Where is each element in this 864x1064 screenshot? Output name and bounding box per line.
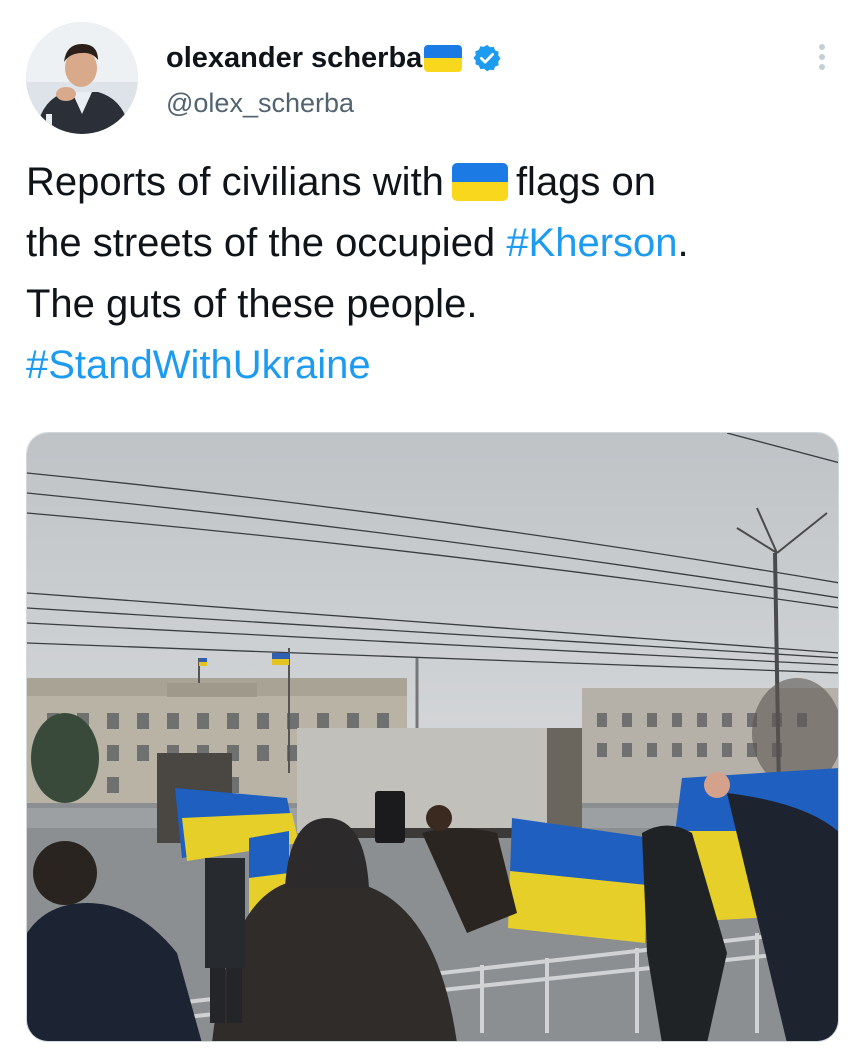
- user-handle[interactable]: @olex_scherba: [166, 88, 354, 119]
- ukraine-flag-icon: [451, 163, 508, 201]
- name-row: olexander scherba: [166, 38, 502, 78]
- tweet-line-1: Reports of civilians with flags on: [26, 152, 846, 213]
- display-name[interactable]: olexander scherba: [166, 42, 422, 75]
- tweet-text: Reports of civilians with flags on the st…: [26, 152, 846, 396]
- avatar[interactable]: [26, 22, 138, 134]
- tweet-text-segment: .: [677, 221, 689, 265]
- tweet-text-segment: Reports of civilians with: [26, 160, 444, 204]
- ukraine-flag-icon: [424, 44, 463, 72]
- tweet-text-segment: the streets of the occupied: [26, 221, 496, 265]
- hashtag-kherson[interactable]: #Kherson: [506, 221, 677, 265]
- tweet-text-segment: flags on: [515, 160, 657, 204]
- tweet-line-3: The guts of these people.: [26, 282, 478, 326]
- hashtag-standwithukraine[interactable]: #StandWithUkraine: [26, 343, 371, 387]
- verified-badge-icon: [473, 44, 501, 72]
- tweet-line-4: #StandWithUkraine: [26, 335, 846, 396]
- tweet: olexander scherba @olex_scherba Reports …: [0, 0, 864, 1064]
- tweet-photo[interactable]: [26, 432, 839, 1042]
- more-options-icon[interactable]: [812, 40, 832, 74]
- tweet-line-2: the streets of the occupied #Kherson.: [26, 213, 846, 274]
